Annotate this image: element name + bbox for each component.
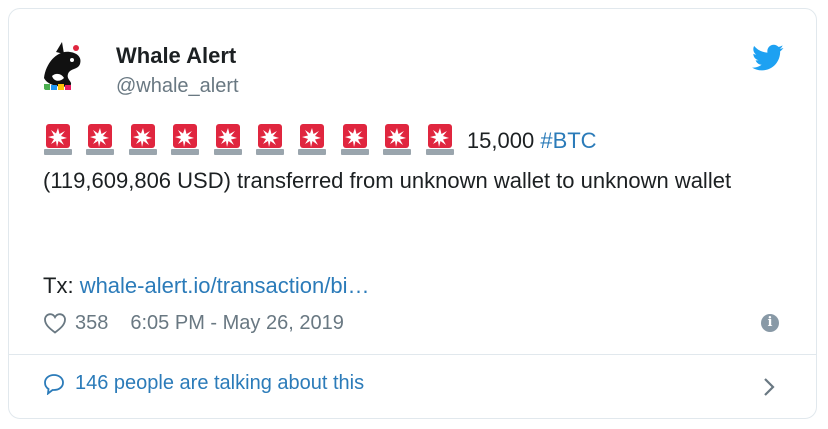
talking-link[interactable]: 146 people are talking about this bbox=[43, 372, 364, 395]
author-handle[interactable]: @whale_alert bbox=[116, 73, 239, 99]
like-count[interactable]: 358 bbox=[75, 312, 108, 335]
timestamp[interactable]: 6:05 PM - May 26, 2019 bbox=[130, 312, 343, 335]
siren-icon bbox=[86, 124, 115, 155]
divider bbox=[9, 354, 817, 355]
info-icon[interactable]: i bbox=[761, 314, 779, 332]
talking-text: 146 people are talking about this bbox=[75, 372, 365, 394]
amount: 15,000 bbox=[466, 128, 535, 153]
twitter-bird-icon[interactable] bbox=[752, 44, 784, 72]
siren-icon bbox=[128, 124, 157, 155]
siren-icon bbox=[298, 124, 327, 155]
siren-icon bbox=[171, 124, 200, 155]
heart-icon[interactable] bbox=[43, 312, 67, 334]
tweet-meta: 358 6:05 PM - May 26, 2019 bbox=[43, 308, 344, 338]
siren-icon bbox=[340, 124, 369, 155]
siren-icon bbox=[213, 124, 242, 155]
tweet-text: 15,000 #BTC (119,609,806 USD) transferre… bbox=[43, 121, 793, 201]
siren-row bbox=[43, 124, 467, 155]
hashtag-link[interactable]: #BTC bbox=[540, 128, 596, 153]
siren-icon bbox=[255, 124, 284, 155]
siren-icon bbox=[425, 124, 454, 155]
avatar[interactable] bbox=[34, 38, 92, 96]
tweet-body: (119,609,806 USD) transferred from unkno… bbox=[43, 168, 732, 193]
tx-link[interactable]: whale-alert.io/transaction/bi… bbox=[80, 273, 370, 298]
siren-icon bbox=[383, 124, 412, 155]
chevron-right-icon[interactable] bbox=[762, 377, 776, 397]
tx-prefix: Tx: bbox=[43, 273, 74, 298]
siren-icon bbox=[44, 124, 72, 155]
comment-bubble-icon bbox=[44, 373, 64, 395]
tx-line: Tx: whale-alert.io/transaction/bi… bbox=[43, 266, 370, 306]
author-name[interactable]: Whale Alert bbox=[116, 42, 236, 70]
